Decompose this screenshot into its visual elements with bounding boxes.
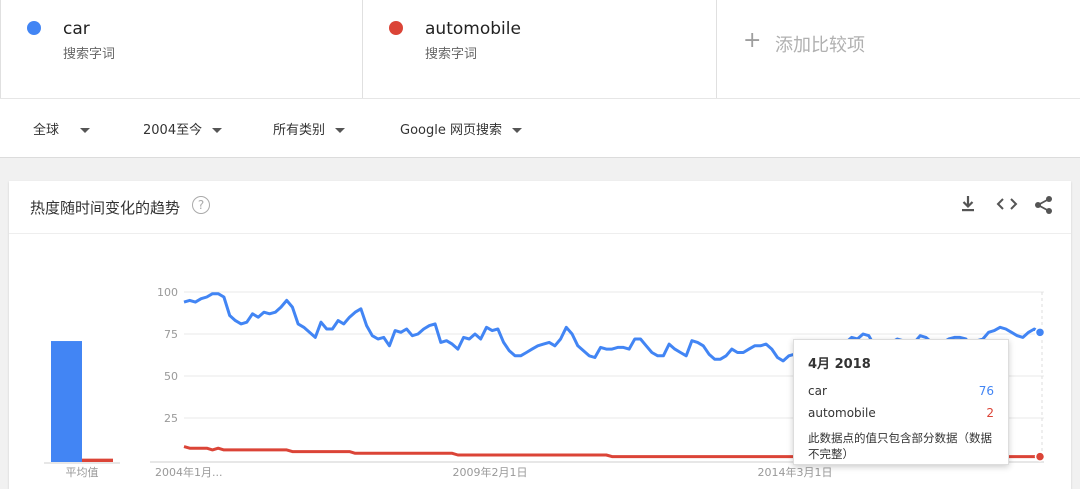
tooltip-series-value: 2: [986, 406, 994, 420]
x-tick-label: 2004年1月...: [155, 465, 222, 479]
y-tick-label: 100: [157, 286, 178, 299]
average-label: 平均值: [66, 466, 99, 479]
average-bars: 平均值: [44, 341, 120, 479]
chart-tooltip: 4月 2018 car 76 automobile 2 此数据点的值只包含部分数…: [793, 339, 1009, 465]
tooltip-date: 4月 2018: [808, 357, 871, 372]
y-tick-label: 75: [164, 328, 178, 341]
average-bar-automobile: [82, 458, 113, 462]
x-tick-label: 2014年3月1日: [758, 465, 833, 479]
tooltip-row-car: car 76: [808, 384, 994, 398]
tooltip-partial-data-note: 此数据点的值只包含部分数据（数据不完整）: [808, 431, 992, 461]
tooltip-series-name: automobile: [808, 406, 876, 420]
series-marker-car: [1034, 327, 1046, 338]
series-marker-automobile: [1034, 451, 1046, 462]
average-bar-car: [51, 341, 82, 462]
y-tick-label: 25: [164, 412, 178, 425]
y-tick-label: 50: [164, 370, 178, 383]
tooltip-series-name: car: [808, 384, 827, 398]
x-tick-label: 2009年2月1日: [453, 465, 528, 479]
tooltip-row-automobile: automobile 2: [808, 406, 994, 420]
tooltip-series-value: 76: [978, 384, 994, 398]
